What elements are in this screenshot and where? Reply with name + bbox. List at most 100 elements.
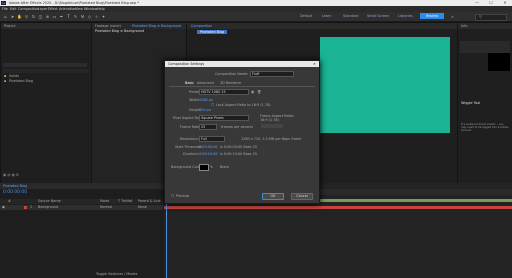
- layer-number: 1: [30, 205, 33, 209]
- pan-behind-tool-icon[interactable]: ⊕: [45, 14, 50, 19]
- menu-effect[interactable]: Effect: [48, 7, 58, 11]
- menu-layer[interactable]: Layer: [38, 7, 47, 11]
- start-timecode-info: is 0:00:00:00 Base 25: [220, 145, 258, 149]
- frame-aspect-value: 16:9 (1.78): [260, 118, 279, 122]
- resolution-dropdown[interactable]: Full: [199, 136, 225, 142]
- background-color-swatch[interactable]: [199, 164, 209, 171]
- menu-help[interactable]: Help: [97, 7, 105, 11]
- timeline-comp-tab[interactable]: Pixelated Blog: [3, 184, 27, 188]
- workspace-default[interactable]: Default: [300, 14, 312, 18]
- type-tool-icon[interactable]: T: [66, 14, 71, 19]
- dialog-title-bar: Composition Settings ✕: [165, 61, 319, 67]
- col-number: #: [8, 199, 11, 203]
- home-icon[interactable]: ⌂: [3, 14, 8, 19]
- workspace-learn[interactable]: Learn: [322, 14, 331, 18]
- eyedropper-icon[interactable]: ✎: [210, 165, 213, 169]
- tab-basic[interactable]: Basic: [185, 81, 194, 85]
- layer-row[interactable]: ◉ 1 Background Normal None: [0, 205, 163, 210]
- dialog-close-icon[interactable]: ✕: [313, 62, 316, 66]
- info-readout: [460, 41, 510, 53]
- layer-mode[interactable]: Normal: [100, 205, 112, 209]
- color-preview: [488, 53, 510, 71]
- layer-name[interactable]: Background: [38, 205, 58, 209]
- ok-button[interactable]: OK: [262, 193, 284, 200]
- comp-name-input[interactable]: Fluff: [250, 71, 294, 77]
- layer-duration-bar[interactable]: [164, 206, 512, 209]
- wiggle-tool-label[interactable]: Wiggle Tool: [461, 101, 480, 105]
- background-color-name: Black: [220, 165, 230, 169]
- project-item-solids[interactable]: Solids: [9, 74, 19, 78]
- selection-tool-icon[interactable]: ➤: [10, 14, 15, 19]
- width-value[interactable]: 1280 px: [199, 98, 213, 102]
- project-tab[interactable]: Project: [4, 24, 16, 28]
- preview-label: Preview: [176, 194, 190, 198]
- tab-3d-renderer[interactable]: 3D Renderer: [220, 81, 241, 85]
- layer-parent[interactable]: None: [138, 205, 147, 209]
- background-color-label: Background Color:: [171, 165, 203, 169]
- roto-brush-tool-icon[interactable]: ✧: [94, 14, 99, 19]
- toggle-switches-modes[interactable]: Toggle Switches / Modes: [96, 272, 137, 276]
- preview-checkbox[interactable]: ☐: [171, 194, 174, 198]
- workspace-libraries[interactable]: Libraries: [398, 14, 413, 18]
- search-icon: ⚲: [479, 14, 482, 19]
- menu-view[interactable]: View: [75, 7, 83, 11]
- preset-dropdown[interactable]: HDTV 1080 25: [199, 89, 249, 95]
- menu-file[interactable]: File: [2, 7, 8, 11]
- layer-tab[interactable]: Pixelated Blog ≡ Background: [132, 24, 181, 28]
- project-search[interactable]: [3, 63, 87, 67]
- drop-frame-dropdown[interactable]: [261, 124, 283, 128]
- menu-composition[interactable]: Composition: [18, 7, 39, 11]
- eraser-tool-icon[interactable]: ◇: [87, 14, 92, 19]
- frame-rate-field[interactable]: 25: [199, 124, 217, 130]
- composition-settings-dialog: Composition Settings ✕ Composition Name:…: [164, 60, 320, 204]
- menu-animation[interactable]: Animation: [59, 7, 76, 11]
- lock-aspect-label: Lock Aspect Ratio to 16:9 (1.78): [216, 103, 271, 107]
- resolution-info: 1280 x 720, 3.5 MB per 8bpc frame: [241, 137, 302, 141]
- duration-value[interactable]: 0:00:10:00: [199, 152, 218, 156]
- right-panel: Info Wiggle Tool If a sentence found inh…: [457, 22, 512, 184]
- camera-tool-icon[interactable]: ◫: [38, 14, 43, 19]
- layer-label-color[interactable]: [24, 206, 27, 209]
- start-timecode-label: Start Timecode:: [175, 145, 202, 149]
- clone-stamp-tool-icon[interactable]: ⚒: [80, 14, 85, 19]
- rotate-tool-icon[interactable]: ↻: [31, 14, 36, 19]
- composition-pill[interactable]: Pixelated Blog: [197, 30, 228, 34]
- col-parent: Parent & Link: [138, 199, 161, 203]
- visibility-icon[interactable]: ◉: [2, 205, 5, 209]
- frame-rate-unit: frames per second: [221, 125, 253, 129]
- hand-tool-icon[interactable]: ✋: [17, 14, 22, 19]
- timecode-display[interactable]: 0:00:00:00: [3, 190, 27, 195]
- window-title: Adobe After Effects 2020 - D:\Blogdeluxe…: [9, 1, 139, 5]
- col-source-name: Source Name: [38, 199, 61, 203]
- project-tab-row: Project: [1, 23, 91, 29]
- duration-info: is 0:00:10:00 Base 25: [220, 152, 258, 156]
- menu-window[interactable]: Window: [84, 7, 97, 11]
- workspace-standard[interactable]: Standard: [343, 14, 358, 18]
- brush-tool-icon[interactable]: ✎: [73, 14, 78, 19]
- pen-tool-icon[interactable]: ✒: [59, 14, 64, 19]
- puppet-tool-icon[interactable]: ✦: [101, 14, 106, 19]
- folder-icon: ▪: [4, 74, 7, 78]
- workspace-small-screen[interactable]: Small Screen: [367, 14, 389, 18]
- composition-canvas[interactable]: [320, 37, 450, 133]
- height-value[interactable]: 720 px: [199, 108, 211, 112]
- workspace-review[interactable]: Review: [420, 13, 445, 19]
- resolution-label: Resolution:: [180, 137, 199, 141]
- frame-rate-label: Frame Rate:: [180, 125, 201, 129]
- composition-tab[interactable]: Composition: [191, 24, 212, 28]
- workspace-overflow-icon[interactable]: »: [450, 14, 455, 19]
- menu-edit[interactable]: Edit: [10, 7, 17, 11]
- preset-delete-icon[interactable]: 🗑: [257, 90, 261, 94]
- info-tab[interactable]: Info: [461, 24, 467, 28]
- preset-save-icon[interactable]: ▣: [251, 90, 254, 94]
- start-timecode-value[interactable]: 0:00:00:00: [199, 145, 218, 149]
- app-logo-icon: Ae: [1, 1, 6, 5]
- tab-advanced[interactable]: Advanced: [197, 81, 214, 85]
- rectangle-tool-icon[interactable]: ▭: [52, 14, 57, 19]
- zoom-tool-icon[interactable]: ⚲: [24, 14, 29, 19]
- cancel-button[interactable]: Cancel: [291, 193, 313, 200]
- footage-tab[interactable]: Footage (none): [95, 24, 121, 28]
- project-item-pixelated-blog[interactable]: Pixelated Blog: [9, 79, 33, 83]
- lock-aspect-checkbox[interactable]: ☐: [211, 103, 214, 107]
- pixel-aspect-dropdown[interactable]: Square Pixels: [199, 115, 249, 121]
